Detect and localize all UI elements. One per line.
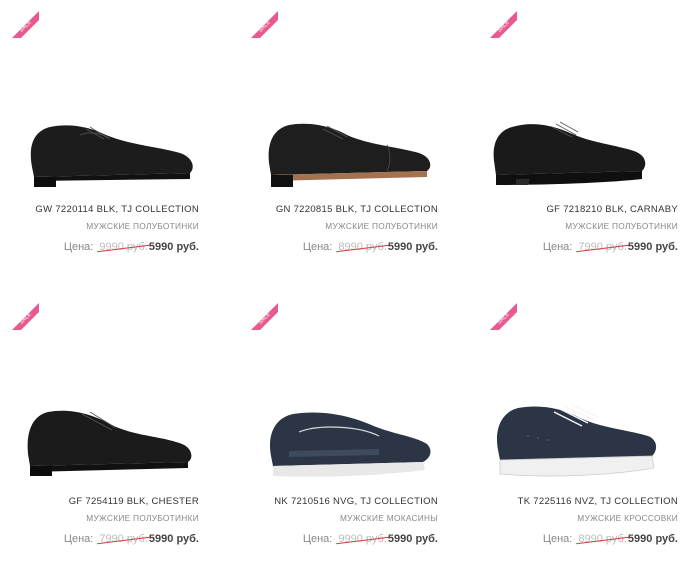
moccasin-icon[interactable]: [259, 394, 437, 484]
derby-shoe-icon[interactable]: [20, 394, 198, 484]
product-card[interactable]: SALE GF 7254119 BLK, CHESTER МУЖСКИЕ ПОЛ…: [0, 292, 239, 572]
old-price: 9990 руб.: [99, 241, 148, 253]
product-price: Цена: 8990 руб.5990 руб.: [478, 532, 678, 546]
sale-badge: SALE: [12, 303, 39, 330]
product-card[interactable]: SALE TK 7225116 NVZ, TJ COLLECTION МУЖСК…: [478, 292, 700, 572]
oxford-shoe-icon[interactable]: [20, 105, 198, 195]
product-price: Цена: 9990 руб.5990 руб.: [0, 240, 199, 254]
sale-badge: SALE: [12, 11, 39, 38]
old-price: 8990 руб.: [578, 533, 627, 545]
product-title[interactable]: GF 7218210 BLK, CARNABY: [478, 204, 678, 216]
sneaker-icon[interactable]: [488, 394, 663, 484]
new-price: 5990 руб.: [627, 533, 678, 545]
product-card[interactable]: SALE GF 7218210 BLK, CARNABY МУЖСКИЕ ПОЛ…: [478, 0, 700, 292]
sale-badge: SALE: [251, 303, 278, 330]
product-category: МУЖСКИЕ ПОЛУБОТИНКИ: [86, 513, 199, 523]
price-label: Цена:: [302, 533, 333, 545]
captoe-oxford-shoe-icon[interactable]: [259, 105, 437, 195]
product-title[interactable]: NK 7210516 NVG, TJ COLLECTION: [238, 496, 438, 508]
product-card[interactable]: SALE NK 7210516 NVG, TJ COLLECTION МУЖСК…: [239, 292, 478, 572]
product-info: TK 7225116 NVZ, TJ COLLECTION МУЖСКИЕ КР…: [478, 496, 678, 546]
new-price: 5990 руб.: [387, 533, 438, 545]
casual-lace-shoe-icon[interactable]: [486, 105, 651, 195]
price-label: Цена:: [542, 533, 573, 545]
product-title[interactable]: GF 7254119 BLK, CHESTER: [0, 496, 199, 508]
product-info: GN 7220815 BLK, TJ COLLECTION МУЖСКИЕ ПО…: [238, 204, 438, 254]
product-price: Цена: 8990 руб.5990 руб.: [238, 240, 438, 254]
old-price: 8990 руб.: [338, 241, 387, 253]
product-card[interactable]: SALE GW 7220114 BLK, TJ COLLECTION МУЖСК…: [0, 0, 239, 292]
product-info: GF 7218210 BLK, CARNABY МУЖСКИЕ ПОЛУБОТИ…: [478, 204, 678, 254]
product-title[interactable]: GW 7220114 BLK, TJ COLLECTION: [0, 204, 199, 216]
product-category: МУЖСКИЕ ПОЛУБОТИНКИ: [86, 221, 199, 231]
new-price: 5990 руб.: [148, 241, 199, 253]
product-category: МУЖСКИЕ ПОЛУБОТИНКИ: [565, 221, 678, 231]
product-price: Цена: 7990 руб.5990 руб.: [0, 532, 199, 546]
price-label: Цена:: [302, 241, 333, 253]
product-info: GW 7220114 BLK, TJ COLLECTION МУЖСКИЕ ПО…: [0, 204, 199, 254]
new-price: 5990 руб.: [148, 533, 199, 545]
old-price: 9990 руб.: [338, 533, 387, 545]
product-card[interactable]: SALE GN 7220815 BLK, TJ COLLECTION МУЖСК…: [239, 0, 478, 292]
product-title[interactable]: TK 7225116 NVZ, TJ COLLECTION: [478, 496, 678, 508]
product-info: NK 7210516 NVG, TJ COLLECTION МУЖСКИЕ МО…: [238, 496, 438, 546]
product-category: МУЖСКИЕ МОКАСИНЫ: [339, 513, 438, 523]
new-price: 5990 руб.: [387, 241, 438, 253]
sale-badge: SALE: [490, 303, 517, 330]
product-category: МУЖСКИЕ КРОССОВКИ: [577, 513, 678, 523]
product-category: МУЖСКИЕ ПОЛУБОТИНКИ: [325, 221, 438, 231]
sale-badge: SALE: [251, 11, 278, 38]
price-label: Цена:: [63, 241, 94, 253]
sale-badge: SALE: [490, 11, 517, 38]
product-price: Цена: 9990 руб.5990 руб.: [238, 532, 438, 546]
price-label: Цена:: [63, 533, 94, 545]
product-grid: SALE GW 7220114 BLK, TJ COLLECTION МУЖСК…: [0, 0, 700, 572]
price-label: Цена:: [542, 241, 573, 253]
new-price: 5990 руб.: [627, 241, 678, 253]
old-price: 7990 руб.: [99, 533, 148, 545]
product-price: Цена: 7990 руб.5990 руб.: [478, 240, 678, 254]
product-info: GF 7254119 BLK, CHESTER МУЖСКИЕ ПОЛУБОТИ…: [0, 496, 199, 546]
old-price: 7990 руб.: [578, 241, 627, 253]
product-title[interactable]: GN 7220815 BLK, TJ COLLECTION: [238, 204, 438, 216]
